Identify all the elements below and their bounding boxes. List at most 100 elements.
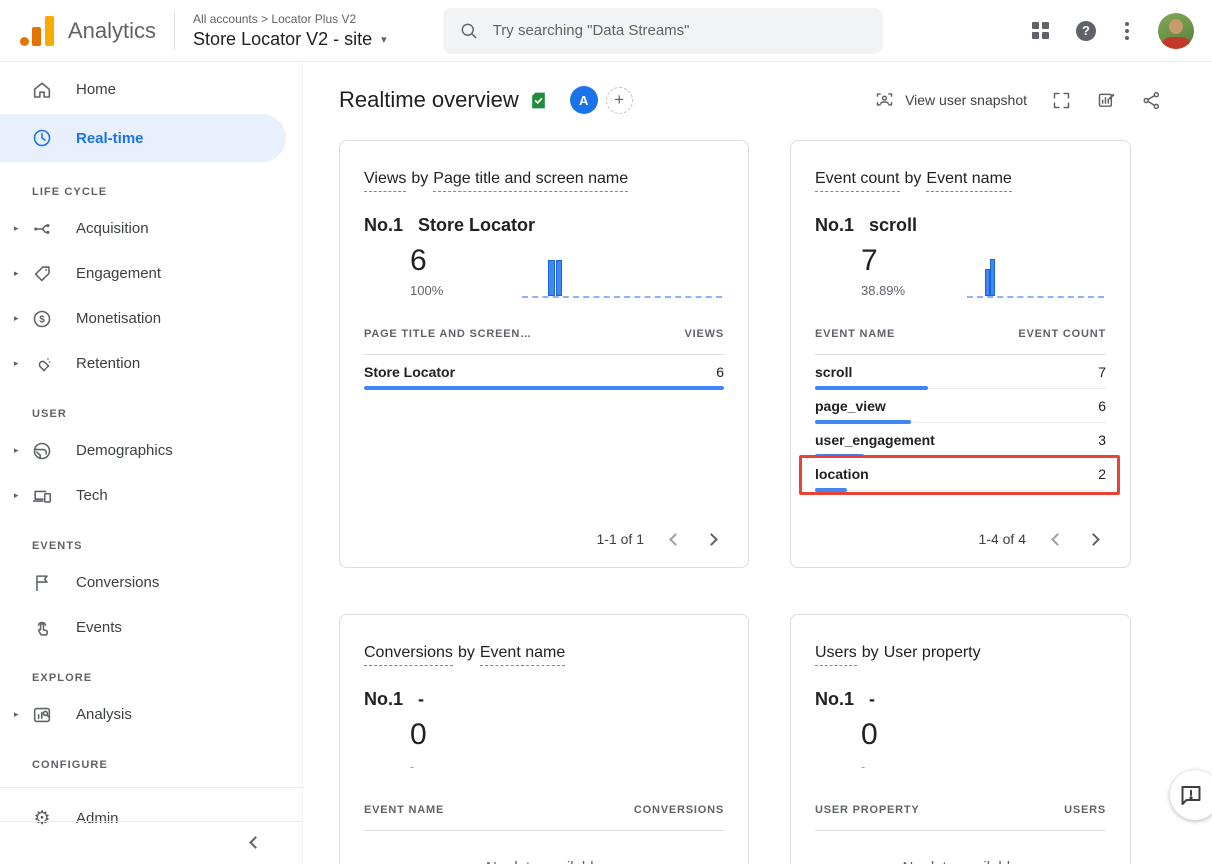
sidebar-item-home[interactable]: Home xyxy=(0,67,302,112)
sidebar-item-realtime[interactable]: Real-time xyxy=(0,114,286,162)
account-property-block: All accounts > Locator Plus V2 Store Loc… xyxy=(193,12,387,50)
table-row-location[interactable]: location 2 xyxy=(815,457,1106,491)
sidebar: Home Real-time LIFE CYCLE ▸ Acquisition … xyxy=(0,62,303,863)
apps-grid-icon[interactable] xyxy=(1032,22,1049,39)
pagination-next-button[interactable] xyxy=(1087,533,1100,546)
card-users-by-user-property: UsersbyUser property No.1 - 0 - USER PRO… xyxy=(790,614,1131,864)
dimension-selector[interactable]: User property xyxy=(884,644,981,661)
expand-arrow-icon[interactable]: ▸ xyxy=(14,490,30,501)
collapse-sidebar-icon[interactable] xyxy=(249,836,262,849)
feedback-icon xyxy=(1179,783,1203,807)
search-placeholder: Try searching "Data Streams" xyxy=(493,22,690,39)
card-title: ConversionsbyEvent name xyxy=(364,641,724,665)
table-header: USER PROPERTY USERS xyxy=(815,804,1106,831)
search-bar[interactable]: Try searching "Data Streams" xyxy=(443,8,883,54)
metric-selector[interactable]: Views xyxy=(364,170,406,192)
pagination-next-button[interactable] xyxy=(705,533,718,546)
expand-arrow-icon[interactable]: ▸ xyxy=(14,709,30,720)
pagination: 1-4 of 4 xyxy=(815,521,1106,553)
metric-selector[interactable]: Users xyxy=(815,644,857,666)
table-row[interactable]: scroll 7 xyxy=(815,355,1106,389)
sidebar-item-label: Monetisation xyxy=(76,310,161,327)
table-header: EVENT NAME CONVERSIONS xyxy=(364,804,724,831)
empty-state-message: No data available xyxy=(364,859,724,864)
sidebar-item-engagement[interactable]: ▸ Engagement xyxy=(0,251,302,296)
dimension-column-header: USER PROPERTY xyxy=(815,804,920,816)
expand-arrow-icon[interactable]: ▸ xyxy=(14,313,30,324)
card-title: UsersbyUser property xyxy=(815,641,1106,665)
pagination: 1-1 of 1 xyxy=(364,521,724,553)
breadcrumb[interactable]: All accounts > Locator Plus V2 xyxy=(193,12,387,26)
rank-label: No.1 xyxy=(815,689,854,710)
property-name: Store Locator V2 - site xyxy=(193,29,372,50)
sidebar-item-demographics[interactable]: ▸ Demographics xyxy=(0,428,302,473)
feedback-button[interactable] xyxy=(1170,770,1212,820)
dimension-selector[interactable]: Event name xyxy=(926,170,1011,192)
search-icon xyxy=(459,21,479,41)
sidebar-item-events[interactable]: Events xyxy=(0,605,302,650)
top-rank-row: No.1 - xyxy=(815,689,1106,710)
customize-report-icon[interactable] xyxy=(1096,90,1117,111)
metric-row: 0 - xyxy=(364,718,724,774)
dimension-column-header: PAGE TITLE AND SCREEN… xyxy=(364,328,532,340)
data-quality-badge-icon[interactable] xyxy=(529,91,548,110)
table-header: PAGE TITLE AND SCREEN… VIEWS xyxy=(364,328,724,355)
metric-selector[interactable]: Conversions xyxy=(364,644,453,666)
fullscreen-icon[interactable] xyxy=(1051,90,1072,111)
sidebar-item-monetisation[interactable]: ▸ $ Monetisation xyxy=(0,296,302,341)
table-row[interactable]: Store Locator 6 xyxy=(364,355,724,389)
dimension-selector[interactable]: Event name xyxy=(480,644,565,666)
sidebar-item-analysis[interactable]: ▸ Analysis xyxy=(0,692,302,737)
table-header: EVENT NAME EVENT COUNT xyxy=(815,328,1106,355)
sidebar-item-conversions[interactable]: Conversions xyxy=(0,560,302,605)
view-user-snapshot-button[interactable]: View user snapshot xyxy=(874,90,1027,111)
metric-percent: 38.89% xyxy=(861,283,905,298)
analytics-logo-icon[interactable] xyxy=(20,16,54,46)
add-comparison-button[interactable]: + xyxy=(606,87,633,114)
sidebar-item-retention[interactable]: ▸ Retention xyxy=(0,341,302,386)
top-rank-row: No.1 scroll xyxy=(815,215,1106,236)
header-divider xyxy=(174,12,175,50)
home-icon xyxy=(30,78,54,102)
sidebar-section-user: USER xyxy=(0,386,302,428)
top-rank-row: No.1 Store Locator xyxy=(364,215,724,236)
user-avatar[interactable] xyxy=(1158,13,1194,49)
report-header: Realtime overview A + View user snapshot xyxy=(339,86,1162,114)
pagination-prev-button[interactable] xyxy=(1051,533,1064,546)
sidebar-item-label: Conversions xyxy=(76,574,159,591)
expand-arrow-icon[interactable]: ▸ xyxy=(14,223,30,234)
expand-arrow-icon[interactable]: ▸ xyxy=(14,268,30,279)
more-options-icon[interactable] xyxy=(1123,20,1131,42)
metric-sub: - xyxy=(861,759,878,774)
tag-icon xyxy=(30,262,54,286)
pagination-prev-button[interactable] xyxy=(669,533,682,546)
expand-arrow-icon[interactable]: ▸ xyxy=(14,445,30,456)
metric-selector[interactable]: Event count xyxy=(815,170,900,192)
table-row[interactable]: page_view 6 xyxy=(815,389,1106,423)
comparison-avatar[interactable]: A xyxy=(570,86,598,114)
dimension-selector[interactable]: Page title and screen name xyxy=(433,170,628,192)
sidebar-section-events: EVENTS xyxy=(0,518,302,560)
sidebar-item-tech[interactable]: ▸ Tech xyxy=(0,473,302,518)
rank-value: - xyxy=(869,689,875,710)
help-icon[interactable]: ? xyxy=(1076,21,1096,41)
sidebar-item-label: Tech xyxy=(76,487,108,504)
pagination-label: 1-1 of 1 xyxy=(597,531,644,547)
user-snapshot-icon xyxy=(874,90,895,111)
row-bar xyxy=(815,488,847,492)
property-selector[interactable]: Store Locator V2 - site ▾ xyxy=(193,29,387,50)
brand-name: Analytics xyxy=(68,18,156,44)
rank-value: scroll xyxy=(869,215,917,236)
card-event-count-by-event-name: Event countbyEvent name No.1 scroll 7 38… xyxy=(790,140,1131,568)
sidebar-section-configure: CONFIGURE xyxy=(0,737,302,779)
topbar: Analytics All accounts > Locator Plus V2… xyxy=(0,0,1212,62)
devices-icon xyxy=(30,484,54,508)
sidebar-item-acquisition[interactable]: ▸ Acquisition xyxy=(0,206,302,251)
share-icon[interactable] xyxy=(1141,90,1162,111)
table-row[interactable]: user_engagement 3 xyxy=(815,423,1106,457)
card-views-by-page-title: ViewsbyPage title and screen name No.1 S… xyxy=(339,140,749,568)
expand-arrow-icon[interactable]: ▸ xyxy=(14,358,30,369)
magnet-icon xyxy=(30,352,54,376)
metric-value: 0 xyxy=(410,718,427,752)
touch-icon xyxy=(30,616,54,640)
